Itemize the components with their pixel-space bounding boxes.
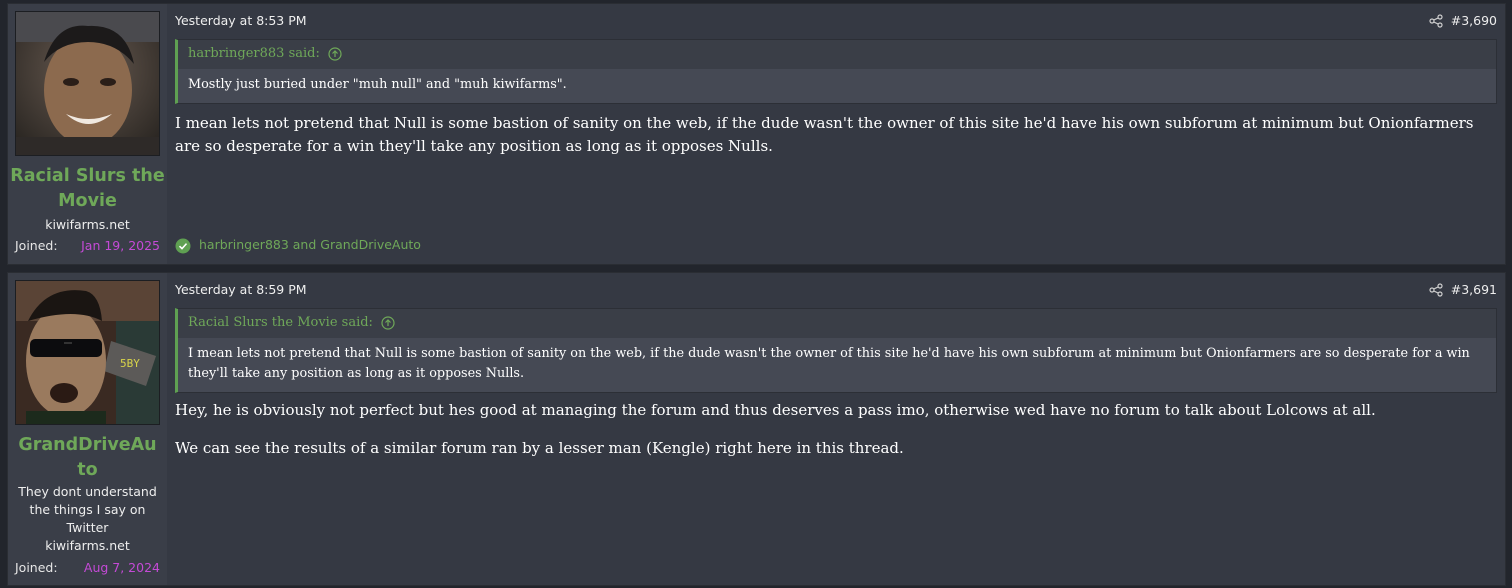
- user-subtitle: kiwifarms.net: [45, 538, 130, 553]
- avatar-image: [16, 12, 159, 155]
- svg-text:5BY: 5BY: [120, 357, 140, 370]
- joined-label: Joined:: [15, 560, 58, 575]
- message-paragraph: I mean lets not pretend that Null is som…: [175, 114, 1474, 155]
- reactions-bar[interactable]: harbringer883 and GrandDriveAuto: [175, 237, 421, 254]
- avatar[interactable]: 5BY: [15, 280, 160, 425]
- avatar[interactable]: [15, 11, 160, 156]
- post-3691: 5BY GrandDriveAuto They dont understand …: [7, 272, 1506, 586]
- post-3690: Racial Slurs the Movie kiwifarms.net Joi…: [7, 3, 1506, 265]
- share-icon[interactable]: [1429, 14, 1443, 28]
- quote-header[interactable]: Racial Slurs the Movie said:: [178, 309, 1496, 338]
- quote-header[interactable]: harbringer883 said:: [178, 40, 1496, 69]
- user-title: They dont understand the things I say on…: [18, 484, 157, 535]
- message-paragraph: Hey, he is obviously not perfect but hes…: [175, 401, 1376, 419]
- username[interactable]: Racial Slurs the Movie: [8, 164, 167, 214]
- quote-author[interactable]: Racial Slurs the Movie said:: [188, 315, 373, 330]
- message-body: Hey, he is obviously not perfect but hes…: [175, 399, 1491, 475]
- message-paragraph: We can see the results of a similar foru…: [175, 439, 904, 457]
- post-content: Yesterday at 8:53 PM #3,690 harbringer88…: [167, 4, 1505, 264]
- user-info-panel: Racial Slurs the Movie kiwifarms.net Joi…: [8, 4, 167, 264]
- joined-date: Jan 19, 2025: [81, 238, 160, 253]
- reaction-users[interactable]: harbringer883 and GrandDriveAuto: [199, 237, 421, 252]
- post-timestamp[interactable]: Yesterday at 8:53 PM: [175, 13, 307, 28]
- joined-label: Joined:: [15, 238, 58, 253]
- quote-block: Racial Slurs the Movie said: I mean lets…: [175, 308, 1497, 393]
- quote-block: harbringer883 said: Mostly just buried u…: [175, 39, 1497, 104]
- post-timestamp[interactable]: Yesterday at 8:59 PM: [175, 282, 307, 297]
- quote-text: Mostly just buried under "muh null" and …: [178, 69, 1496, 103]
- arrow-up-circle-icon[interactable]: [381, 315, 395, 330]
- post-content: Yesterday at 8:59 PM #3,691 Racial Slurs…: [167, 273, 1505, 585]
- post-number[interactable]: #3,690: [1451, 13, 1497, 28]
- joined-date: Aug 7, 2024: [83, 560, 160, 575]
- quote-text: I mean lets not pretend that Null is som…: [178, 338, 1496, 392]
- quote-author[interactable]: harbringer883 said:: [188, 46, 320, 61]
- user-title: kiwifarms.net: [45, 217, 130, 232]
- share-icon[interactable]: [1429, 283, 1443, 297]
- post-number[interactable]: #3,691: [1451, 282, 1497, 297]
- user-info-panel: 5BY GrandDriveAuto They dont understand …: [8, 273, 167, 585]
- arrow-up-circle-icon[interactable]: [328, 46, 342, 61]
- avatar-image: 5BY: [16, 281, 159, 424]
- message-body: I mean lets not pretend that Null is som…: [175, 112, 1491, 173]
- check-circle-icon: [175, 238, 191, 253]
- username[interactable]: GrandDriveAuto: [15, 433, 160, 483]
